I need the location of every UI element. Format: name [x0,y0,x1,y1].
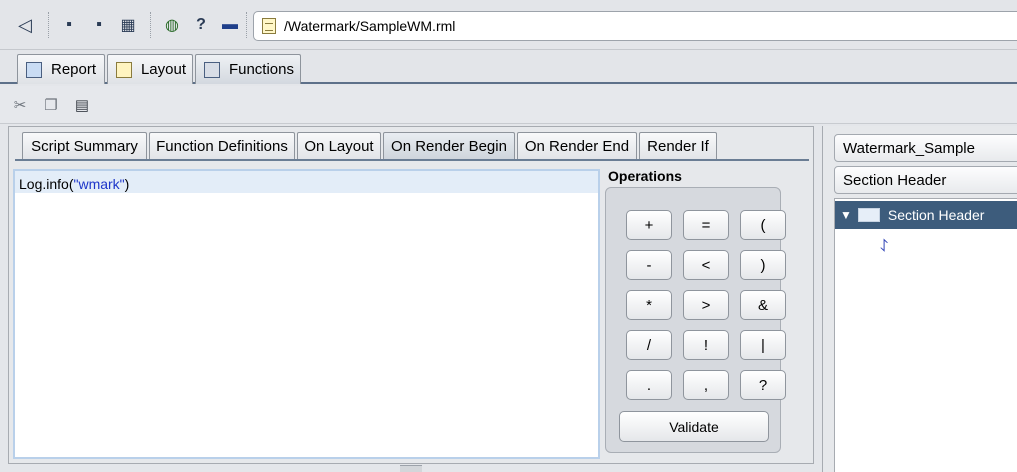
functions-icon [204,61,220,78]
section-icon [857,208,880,222]
operations-panel: + = ( - < ) * > & / ! | . , ? Validate [605,187,786,453]
op-close-paren-button[interactable]: ) [740,250,786,280]
preview-icon[interactable]: ▬ [219,14,241,36]
toolbar-separator [246,12,248,38]
operations-title: Operations [608,168,682,184]
object-panel: Watermark_Sample Section Header ▼ Sectio… [822,126,1017,472]
back-arrow-icon[interactable]: ◁ [14,14,36,36]
toolbar-separator [48,12,50,38]
op-minus-button[interactable]: - [626,250,672,280]
tab-layout[interactable]: Layout [107,54,193,84]
code-string-literal: "wmark" [73,176,125,192]
tab-report-label: Report [51,61,97,78]
object-tree: ▼ Section Header ⥌ [834,198,1017,472]
tab-script-summary[interactable]: Script Summary [22,132,147,159]
globe-icon[interactable]: ◍ [161,14,183,36]
layout-icon [116,61,132,78]
section-value: Section Header [843,171,947,189]
main-tab-bar: Report Layout Functions [0,50,1017,84]
op-comma-button[interactable]: , [683,370,729,400]
paste-icon[interactable]: ▤ [72,95,92,115]
validate-button[interactable]: Validate [619,411,769,442]
op-less-than-button[interactable]: < [683,250,729,280]
help-icon[interactable]: ? [190,14,212,36]
op-question-button[interactable]: ? [740,370,786,400]
op-pipe-button[interactable]: | [740,330,786,360]
tab-functions[interactable]: Functions [195,54,301,84]
script-node-icon[interactable]: ⥌ [880,235,888,256]
report-path-text: /Watermark/SampleWM.rml [284,18,456,34]
code-close: ) [124,176,130,192]
op-divide-button[interactable]: / [626,330,672,360]
tab-report[interactable]: Report [17,54,105,84]
save-icon[interactable]: ▪ [58,14,80,36]
op-equals-button[interactable]: = [683,210,729,240]
op-greater-than-button[interactable]: > [683,290,729,320]
save-as-icon[interactable]: ▪ [88,14,110,36]
op-plus-button[interactable]: + [626,210,672,240]
script-editor[interactable]: Log.info("wmark") [13,169,600,459]
tab-layout-label: Layout [140,61,186,78]
toolbar-separator [150,12,152,38]
tree-item-label: Section Header [887,207,985,223]
code-line: Log.info("wmark") [15,171,598,193]
properties-icon[interactable]: ▦ [117,14,139,36]
op-open-paren-button[interactable]: ( [740,210,786,240]
report-object-value: Watermark_Sample [843,139,975,157]
report-object-select[interactable]: Watermark_Sample [834,134,1017,162]
expand-caret-icon[interactable]: ▼ [840,208,852,222]
copy-icon[interactable]: ❐ [41,95,61,115]
tab-functions-label: Functions [228,61,294,78]
tab-on-render-end[interactable]: On Render End [517,132,637,159]
script-panel: Script Summary Function Definitions On L… [8,126,814,464]
op-ampersand-button[interactable]: & [740,290,786,320]
op-not-button[interactable]: ! [683,330,729,360]
report-icon [26,61,42,78]
document-icon [262,18,276,34]
code-call: Log.info( [19,176,74,192]
edit-toolbar: ✂ ❐ ▤ [0,86,1017,124]
op-dot-button[interactable]: . [626,370,672,400]
splitter-handle[interactable] [400,465,422,472]
tab-function-definitions[interactable]: Function Definitions [149,132,295,159]
section-select[interactable]: Section Header [834,166,1017,194]
op-multiply-button[interactable]: * [626,290,672,320]
tab-on-render-begin[interactable]: On Render Begin [383,132,515,159]
tree-item-section-header[interactable]: ▼ Section Header [835,201,1017,229]
tab-on-layout[interactable]: On Layout [297,132,381,159]
main-toolbar: ◁ ▪ ▪ ▦ ◍ ? ▬ /Watermark/SampleWM.rml [0,0,1017,50]
report-path-field[interactable]: /Watermark/SampleWM.rml [253,11,1017,41]
tab-underline [15,159,809,161]
tab-render-if[interactable]: Render If [639,132,717,159]
cut-icon[interactable]: ✂ [10,95,30,115]
